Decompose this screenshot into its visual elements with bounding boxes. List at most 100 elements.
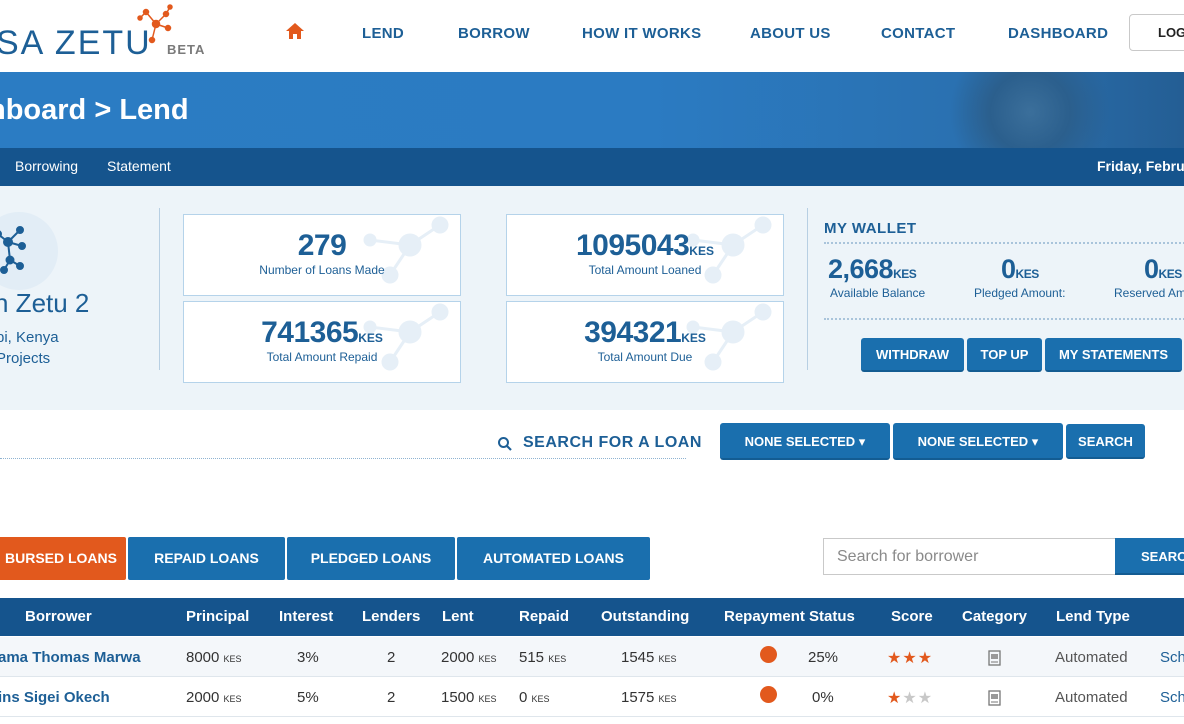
- logo-beta-badge: BETA: [167, 42, 206, 57]
- wallet-reserved-value: 0KES: [1144, 254, 1182, 284]
- star-empty-icon: ★: [917, 690, 934, 707]
- divider: [824, 242, 1184, 244]
- col-score[interactable]: Score: [891, 608, 933, 625]
- nav-about-us[interactable]: ABOUT US: [750, 25, 831, 42]
- repaid-cell: 515 KES: [519, 649, 567, 666]
- wallet-pledged-value: 0KES: [1001, 254, 1039, 284]
- tab-automated-loans[interactable]: AUTOMATED LOANS: [457, 537, 650, 580]
- site-logo[interactable]: SA ZETU: [0, 24, 152, 63]
- borrower-name-link[interactable]: ama Thomas Marwa: [0, 649, 141, 666]
- search-loan-label: SEARCH FOR A LOAN: [523, 434, 702, 451]
- home-icon[interactable]: [285, 22, 305, 40]
- table-row: ama Thomas Marwa 8000 KES 3% 2 2000 KES …: [0, 637, 1184, 677]
- table-row: ins Sigei Okech 2000 KES 5% 2 1500 KES 0…: [0, 677, 1184, 717]
- star-filled-icon: ★: [887, 690, 903, 707]
- search-underline: [0, 458, 686, 459]
- stat-amount-repaid: 741365KES Total Amount Repaid: [183, 301, 461, 383]
- divider: [824, 318, 1184, 320]
- withdraw-button[interactable]: WITHDRAW: [861, 338, 964, 372]
- filter-dropdown-1[interactable]: NONE SELECTED ▾: [720, 423, 890, 460]
- borrower-search-input[interactable]: Search for borrower: [823, 538, 1116, 575]
- banner-photo: [950, 72, 1184, 148]
- page-banner: hboard > Lend: [0, 72, 1184, 148]
- star-empty-icon: ★: [902, 690, 918, 707]
- nav-dashboard[interactable]: DASHBOARD: [1008, 25, 1108, 42]
- lent-cell: 2000 KES: [441, 649, 497, 666]
- borrower-name-link[interactable]: ins Sigei Okech: [0, 689, 110, 706]
- avatar-molecule-icon: [0, 226, 26, 274]
- loans-table-header: Borrower Principal Interest Lenders Lent…: [0, 598, 1184, 636]
- stat-label: Number of Loans Made: [259, 263, 385, 277]
- subnav-borrowing[interactable]: Borrowing: [15, 158, 78, 174]
- wallet-reserved-label: Reserved Am: [1114, 286, 1184, 300]
- wallet-balance-value: 2,668KES: [828, 254, 917, 284]
- stat-label: Total Amount Loaned: [588, 263, 702, 277]
- stat-label: Total Amount Repaid: [266, 350, 378, 364]
- stat-value: 1095043KES: [576, 229, 714, 262]
- divider: [159, 208, 160, 370]
- search-loan-button[interactable]: SEARCH: [1066, 424, 1145, 459]
- wallet-pledged-label: Pledged Amount:: [974, 286, 1066, 300]
- wallet-balance-label: Available Balance: [830, 286, 926, 300]
- status-dot-icon: [760, 686, 777, 703]
- lenders-cell: 2: [387, 689, 396, 706]
- stat-value: 741365KES: [261, 316, 383, 349]
- lend-type-cell: Automated: [1055, 649, 1128, 666]
- score-stars: ★★★: [887, 648, 933, 668]
- top-navbar: SA ZETU BETA LEND BORROW HOW IT WORKS AB…: [0, 0, 1184, 72]
- principal-cell: 2000 KES: [186, 689, 242, 706]
- col-lend-type[interactable]: Lend Type: [1056, 608, 1130, 625]
- col-principal[interactable]: Principal: [186, 608, 249, 625]
- repayment-percent: 25%: [808, 649, 839, 666]
- login-button[interactable]: LOG: [1129, 14, 1184, 51]
- tab-disbursed-loans[interactable]: BURSED LOANS: [0, 537, 126, 580]
- profile-location: bi, Kenya: [0, 329, 59, 346]
- nav-contact[interactable]: CONTACT: [881, 25, 955, 42]
- schedule-link[interactable]: Sch: [1160, 649, 1184, 666]
- profile-projects-link[interactable]: Projects: [0, 350, 50, 367]
- subnav-statement[interactable]: Statement: [107, 158, 171, 174]
- col-borrower[interactable]: Borrower: [25, 608, 92, 625]
- nav-borrow[interactable]: BORROW: [458, 25, 530, 42]
- overview-panel: n Zetu 2 bi, Kenya Projects 279 Number o…: [0, 186, 1184, 410]
- col-outstanding[interactable]: Outstanding: [601, 608, 689, 625]
- category-icon: [988, 650, 1001, 666]
- divider: [807, 208, 808, 370]
- interest-cell: 3%: [297, 649, 319, 666]
- stat-amount-loaned: 1095043KES Total Amount Loaned: [506, 214, 784, 296]
- col-lenders[interactable]: Lenders: [362, 608, 420, 625]
- borrower-search-button[interactable]: SEARCH: [1115, 538, 1184, 575]
- schedule-link[interactable]: Sch: [1160, 689, 1184, 706]
- col-repaid[interactable]: Repaid: [519, 608, 569, 625]
- col-repayment-status[interactable]: Repayment Status: [724, 608, 855, 625]
- principal-cell: 8000 KES: [186, 649, 242, 666]
- filter-1-label: NONE SELECTED: [744, 434, 856, 449]
- dashboard-subnav: Borrowing Statement Friday, Februa: [0, 148, 1184, 186]
- score-stars: ★★★: [887, 688, 933, 708]
- lenders-cell: 2: [387, 649, 396, 666]
- stat-loans-made: 279 Number of Loans Made: [183, 214, 461, 296]
- stat-amount-due: 394321KES Total Amount Due: [506, 301, 784, 383]
- tab-pledged-loans[interactable]: PLEDGED LOANS: [287, 537, 455, 580]
- caret-down-icon: ▾: [1031, 434, 1039, 449]
- repaid-cell: 0 KES: [519, 689, 550, 706]
- my-statements-button[interactable]: MY STATEMENTS: [1045, 338, 1182, 372]
- stat-value: 394321KES: [584, 316, 706, 349]
- nav-lend[interactable]: LEND: [362, 25, 404, 42]
- caret-down-icon: ▾: [858, 434, 866, 449]
- lent-cell: 1500 KES: [441, 689, 497, 706]
- status-dot-icon: [760, 646, 777, 663]
- stat-value: 279: [297, 229, 347, 262]
- stat-label: Total Amount Due: [597, 350, 693, 364]
- filter-dropdown-2[interactable]: NONE SELECTED ▾: [893, 423, 1063, 460]
- lend-type-cell: Automated: [1055, 689, 1128, 706]
- filter-2-label: NONE SELECTED: [917, 434, 1029, 449]
- tab-repaid-loans[interactable]: REPAID LOANS: [128, 537, 285, 580]
- top-up-button[interactable]: TOP UP: [967, 338, 1042, 372]
- search-icon: [498, 437, 512, 451]
- col-category[interactable]: Category: [962, 608, 1027, 625]
- col-lent[interactable]: Lent: [442, 608, 474, 625]
- col-interest[interactable]: Interest: [279, 608, 333, 625]
- nav-how-it-works[interactable]: HOW IT WORKS: [582, 25, 701, 42]
- star-filled-icon: ★: [917, 650, 934, 667]
